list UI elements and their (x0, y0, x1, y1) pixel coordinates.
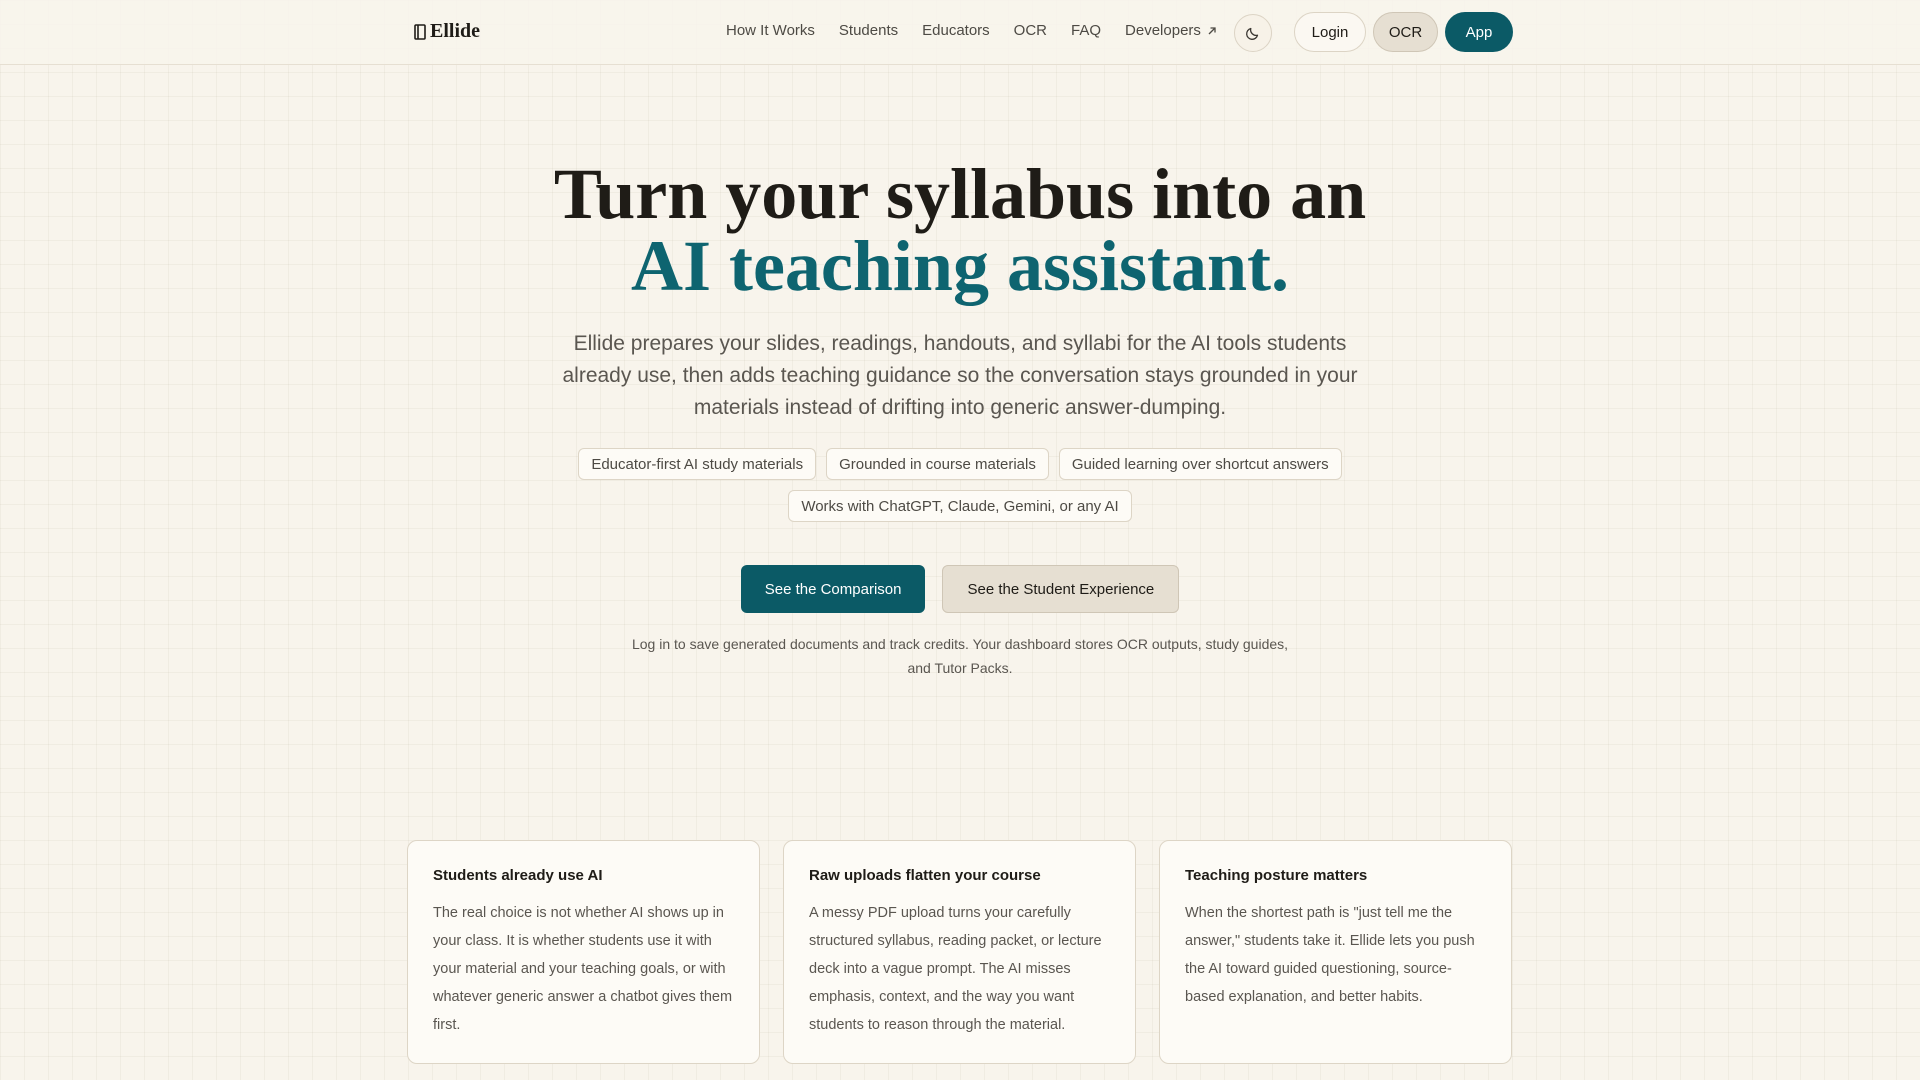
card-students-use-ai: Students already use AI The real choice … (407, 840, 760, 1064)
ocr-button[interactable]: OCR (1373, 12, 1438, 52)
hero-title-line2: AI teaching assistant. (630, 226, 1290, 306)
moon-icon (1246, 27, 1259, 40)
feature-chips: Educator-first AI study materials Ground… (560, 448, 1360, 522)
hero-subtitle: Ellide prepares your slides, readings, h… (562, 332, 1358, 419)
nav-faq[interactable]: FAQ (1071, 22, 1101, 39)
card-raw-uploads: Raw uploads flatten your course A messy … (783, 840, 1136, 1064)
card-title: Raw uploads flatten your course (809, 867, 1041, 884)
nav-students[interactable]: Students (839, 22, 898, 39)
theme-toggle-button[interactable] (1234, 14, 1272, 52)
hero-title-line1: Turn your syllabus into an (553, 154, 1367, 234)
brand-logo[interactable]: Ellide (414, 20, 480, 43)
nav-developers[interactable]: Developers (1125, 22, 1217, 39)
chip-works-with-any-ai: Works with ChatGPT, Claude, Gemini, or a… (788, 490, 1132, 522)
card-title: Teaching posture matters (1185, 867, 1368, 884)
chip-guided-learning: Guided learning over shortcut answers (1058, 448, 1342, 480)
nav-educators[interactable]: Educators (922, 22, 990, 39)
external-link-icon (1208, 26, 1216, 34)
hero-title: Turn your syllabus into an AI teaching a… (0, 158, 1920, 302)
see-comparison-button[interactable]: See the Comparison (740, 565, 926, 613)
nav-ocr[interactable]: OCR (1014, 22, 1047, 39)
card-body: When the shortest path is "just tell me … (1185, 905, 1475, 1005)
app-button[interactable]: App (1445, 12, 1513, 52)
book-icon (414, 23, 426, 40)
card-teaching-posture: Teaching posture matters When the shorte… (1159, 840, 1512, 1064)
card-body: A messy PDF upload turns your carefully … (809, 905, 1102, 1033)
chip-educator-first: Educator-first AI study materials (578, 448, 817, 480)
brand-name: Ellide (430, 20, 481, 42)
card-title: Students already use AI (433, 867, 603, 884)
login-note: Log in to save generated documents and t… (631, 636, 1289, 676)
main-nav: How It Works Students Educators OCR FAQ … (726, 22, 1217, 39)
nav-how-it-works[interactable]: How It Works (726, 22, 815, 39)
chip-grounded: Grounded in course materials (826, 448, 1049, 480)
cta-row: See the Comparison See the Student Exper… (0, 565, 1920, 613)
nav-developers-label: Developers (1125, 22, 1201, 39)
site-header: Ellide How It Works Students Educators O… (0, 0, 1920, 65)
card-body: The real choice is not whether AI shows … (433, 905, 733, 1033)
see-student-experience-button[interactable]: See the Student Experience (942, 565, 1180, 613)
login-button[interactable]: Login (1294, 12, 1366, 52)
